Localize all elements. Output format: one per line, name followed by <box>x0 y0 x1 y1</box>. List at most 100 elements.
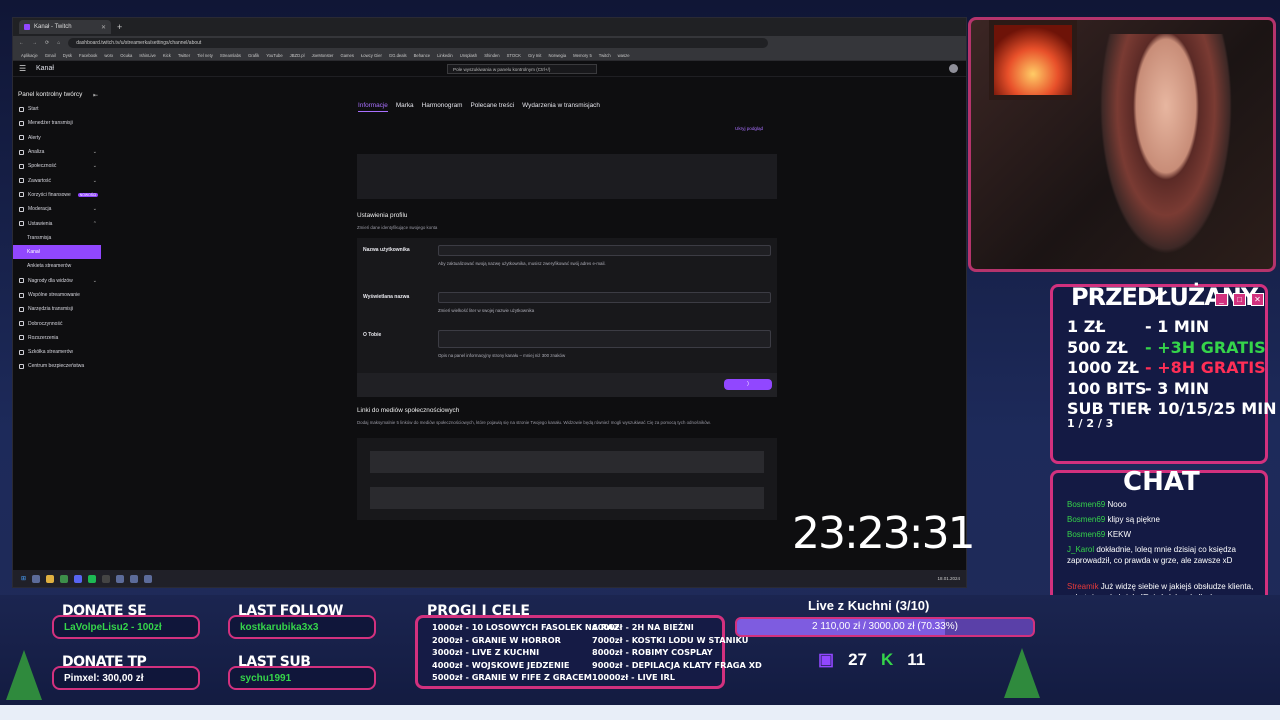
social-link-placeholder[interactable] <box>370 487 764 509</box>
windows-start-icon[interactable]: ⊞ <box>21 575 26 582</box>
reload-icon[interactable]: ⟳ <box>45 40 49 46</box>
app-icon[interactable] <box>130 574 139 583</box>
username-label: Nazwa użytkownika <box>363 247 410 253</box>
donate-se-value: LaVolpeLisu2 - 100zł <box>52 615 200 639</box>
close-tab-icon[interactable]: ✕ <box>101 24 106 31</box>
sidebar-item-label: Start <box>28 106 39 113</box>
hide-preview-link[interactable]: Ukryj podgląd <box>735 126 763 131</box>
tab-3[interactable]: Polecane treści <box>470 102 514 112</box>
sidebar-item-13[interactable]: Wspólne streamowanie <box>13 288 101 302</box>
bookmark-item[interactable]: IshinLive <box>139 53 156 58</box>
snow-ground <box>0 705 1280 720</box>
sidebar-item-12[interactable]: Nagrody dla widzów ⌄ <box>13 274 101 288</box>
bookmark-item[interactable]: Linkedin <box>437 53 453 58</box>
url-field[interactable]: dashboard.twitch.tv/u/streamerka/setting… <box>68 38 769 48</box>
display-name-input[interactable] <box>438 292 771 303</box>
bookmark-item[interactable]: Gry Init <box>528 53 542 58</box>
app-icon[interactable] <box>144 574 153 583</box>
social-link-placeholder[interactable] <box>370 451 764 473</box>
save-button[interactable]: ) <box>724 379 772 390</box>
explorer-icon[interactable] <box>46 574 55 583</box>
sidebar-item-17[interactable]: Szkółka streamerów <box>13 345 101 359</box>
bookmark-item[interactable]: Facebook <box>79 53 97 58</box>
preview-placeholder <box>357 154 777 199</box>
system-tray-date: 18.01.2024 <box>937 576 960 581</box>
menu-icon[interactable]: ☰ <box>19 64 28 73</box>
bookmark-item[interactable]: JBZD.pl <box>290 53 305 58</box>
bookmark-item[interactable]: wasze <box>618 53 630 58</box>
sidebar-item-label: Alerty <box>28 134 41 141</box>
bookmark-item[interactable]: Streamlabs <box>220 53 241 58</box>
chrome-icon[interactable] <box>60 574 69 583</box>
sidebar-item-1[interactable]: Menedżer transmisji <box>13 116 101 130</box>
bookmark-item[interactable]: Tiel nety <box>197 53 213 58</box>
bookmark-item[interactable]: GG.deals <box>389 53 407 58</box>
sidebar-item-3[interactable]: Analiza ⌄ <box>13 145 101 159</box>
goal-item: 10000zł - LIVE IRL <box>592 672 675 682</box>
bookmark-item[interactable]: Łowcy Gier <box>361 53 382 58</box>
bookmark-item[interactable]: Norwegia <box>548 53 566 58</box>
bookmark-item[interactable]: Twitch <box>599 53 611 58</box>
app-icon[interactable] <box>116 574 125 583</box>
sidebar-item-9[interactable]: Transmisja <box>13 231 101 245</box>
forward-icon[interactable]: → <box>32 40 37 46</box>
sidebar-item-15[interactable]: Dobroczynność <box>13 316 101 330</box>
sidebar-item-label: Społeczność <box>28 163 57 170</box>
about-textarea[interactable] <box>438 330 771 348</box>
search-icon[interactable] <box>32 574 41 583</box>
bookmark-item[interactable]: JoeMonster <box>312 53 334 58</box>
home-icon[interactable]: ⌂ <box>57 40 60 46</box>
chevron-icon: ⌃ <box>92 220 97 227</box>
bookmark-item[interactable]: Shinden <box>484 53 499 58</box>
tab-2[interactable]: Harmonogram <box>422 102 463 112</box>
bookmark-item[interactable]: STOCK <box>507 53 521 58</box>
avatar[interactable] <box>949 64 958 73</box>
sidebar-item-14[interactable]: Narzędzia transmisji <box>13 302 101 316</box>
bookmark-item[interactable]: Twitter <box>178 53 190 58</box>
bookmark-item[interactable]: Ocuka <box>120 53 132 58</box>
bookmark-item[interactable]: Gmail <box>45 53 56 58</box>
bookmark-item[interactable]: Unsplash <box>460 53 477 58</box>
discord-icon[interactable] <box>74 574 83 583</box>
sidebar-item-16[interactable]: Rozszerzenia <box>13 331 101 345</box>
sidebar-item-8[interactable]: Ustawienia ⌃ <box>13 216 101 230</box>
sidebar-item-label: Wspólne streamowanie <box>28 292 80 298</box>
new-tab-icon[interactable]: + <box>117 22 122 32</box>
sidebar-item-0[interactable]: Start <box>13 102 101 116</box>
sidebar-item-11[interactable]: Ankieta streamerów <box>13 259 101 273</box>
sidebar-item-7[interactable]: Moderacja ⌄ <box>13 202 101 216</box>
bookmark-item[interactable]: Behance <box>414 53 431 58</box>
sidebar-item-6[interactable]: Korzyści finansowe NOWOŚCI ⌄ <box>13 188 101 202</box>
profile-settings-title: Ustawienia profilu <box>357 212 408 219</box>
tab-1[interactable]: Marka <box>396 102 414 112</box>
bookmark-item[interactable]: Grafik <box>248 53 259 58</box>
chat-text: KEKW <box>1107 530 1132 539</box>
username-input[interactable] <box>438 245 771 256</box>
rate-reward: - +8H GRATIS <box>1145 358 1266 377</box>
chat-username: Bosmen69 <box>1067 530 1106 539</box>
sidebar-item-label: Moderacja <box>28 206 52 213</box>
bookmark-item[interactable]: Games <box>340 53 354 58</box>
rate-reward: - 3 MIN <box>1145 378 1210 398</box>
bookmark-item[interactable]: YouTube <box>266 53 282 58</box>
sidebar-item-icon <box>19 278 24 284</box>
spotify-icon[interactable] <box>88 574 97 583</box>
bookmark-item[interactable]: Kick <box>163 53 171 58</box>
dashboard-search-input[interactable]: Pole wyszukiwania w panelu kontrolnym (C… <box>447 64 597 74</box>
rate-row: 500 ZŁ - +3H GRATIS <box>1067 338 1266 357</box>
sidebar-item-18[interactable]: Centrum bezpieczeństwa <box>13 359 101 373</box>
bookmark-item[interactable]: Memory 5 <box>573 53 592 58</box>
collapse-sidebar-icon[interactable]: ⇤ <box>93 93 98 100</box>
obs-icon[interactable] <box>102 574 111 583</box>
sidebar-item-4[interactable]: Społeczność ⌄ <box>13 159 101 173</box>
back-icon[interactable]: ← <box>19 40 24 46</box>
sidebar-item-10[interactable]: Kanał <box>13 244 101 260</box>
tab-0[interactable]: Informacje <box>358 102 388 112</box>
bookmark-item[interactable]: Dysk <box>63 53 72 58</box>
sidebar-item-2[interactable]: Alerty <box>13 131 101 145</box>
bookmark-item[interactable]: worx <box>104 53 113 58</box>
browser-tab[interactable]: Kanał - Twitch ✕ <box>19 20 111 34</box>
sidebar-item-5[interactable]: Zawartość ⌄ <box>13 173 101 187</box>
bookmark-item[interactable]: Aplikacje <box>21 53 38 58</box>
tab-4[interactable]: Wydarzenia w transmisjach <box>522 102 600 112</box>
